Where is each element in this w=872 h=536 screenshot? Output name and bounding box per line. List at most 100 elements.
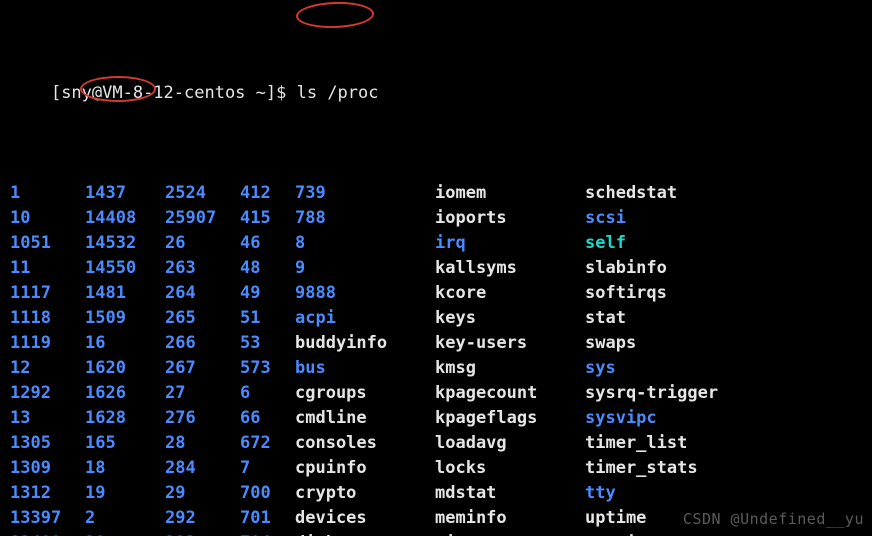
ls-entry: 701: [240, 506, 295, 531]
ls-entry: 292: [165, 506, 240, 531]
ls-entry: cgroups: [295, 381, 435, 406]
ls-row: 130516528672consolesloadavgtimer_list: [10, 431, 862, 456]
ls-entry: cmdline: [295, 406, 435, 431]
ls-entry: kpagecount: [435, 381, 585, 406]
ls-entry: 29: [165, 481, 240, 506]
ls-row: 13121929700cryptomdstattty: [10, 481, 862, 506]
ls-entry: swaps: [585, 331, 636, 356]
ls-entry: 1117: [10, 281, 85, 306]
ls-entry: 165: [85, 431, 165, 456]
ls-entry: 13: [10, 406, 85, 431]
ls-entry: 1628: [85, 406, 165, 431]
ls-entry: consoles: [295, 431, 435, 456]
ls-entry: 10: [10, 206, 85, 231]
ls-entry: iomem: [435, 181, 585, 206]
ls-entry: 672: [240, 431, 295, 456]
ls-entry: stat: [585, 306, 626, 331]
ls-entry: locks: [435, 456, 585, 481]
ls-row: 10511453226468irqself: [10, 231, 862, 256]
ls-entry: 46: [240, 231, 295, 256]
ls-entry: 284: [165, 456, 240, 481]
ls-row: 13162827666cmdlinekpageflagssysvipc: [10, 406, 862, 431]
ls-entry: 11: [10, 256, 85, 281]
prompt-line: [sny@VM-8-12-centos ~]$ ls /proc: [10, 56, 862, 131]
ls-entry: version: [585, 531, 657, 536]
ls-entry: irq: [435, 231, 585, 256]
ls-entry: sysrq-trigger: [585, 381, 718, 406]
ls-entry: self: [585, 231, 626, 256]
ls-row: 1114550263489kallsymsslabinfo: [10, 256, 862, 281]
ls-entry: sysvipc: [585, 406, 657, 431]
ls-entry: 1119: [10, 331, 85, 356]
ls-entry: 8: [295, 231, 435, 256]
ls-entry: 1437: [85, 181, 165, 206]
ls-entry: sys: [585, 356, 616, 381]
ls-row: 114372524412739iomemschedstat: [10, 181, 862, 206]
ls-row: 121620267573buskmsgsys: [10, 356, 862, 381]
ls-entry: 28: [165, 431, 240, 456]
prompt-user-host: [sny@VM-8-12-centos ~]$: [51, 83, 297, 103]
ls-entry: 53: [240, 331, 295, 356]
ls-row: 1118150926551acpikeysstat: [10, 306, 862, 331]
ls-entry: 1309: [10, 456, 85, 481]
prompt-arg: /proc: [327, 83, 378, 103]
ls-entry: diskstats: [295, 531, 435, 536]
ls-entry: 2524: [165, 181, 240, 206]
ls-entry: 1051: [10, 231, 85, 256]
ls-entry: 2: [85, 506, 165, 531]
ls-entry: 266: [165, 331, 240, 356]
ls-entry: 49: [240, 281, 295, 306]
ls-entry: 263: [165, 256, 240, 281]
ls-entry: 51: [240, 306, 295, 331]
ls-row: 11171481264499888kcoresoftirqs: [10, 281, 862, 306]
ls-entry: bus: [295, 356, 435, 381]
terminal[interactable]: [sny@VM-8-12-centos ~]$ ls /proc 1143725…: [0, 0, 872, 536]
ls-entry: 6: [240, 381, 295, 406]
ls-output-grid: 114372524412739iomemschedstat10144082590…: [10, 181, 862, 536]
ls-entry: 1305: [10, 431, 85, 456]
ls-entry: 48: [240, 256, 295, 281]
ls-entry: timer_stats: [585, 456, 698, 481]
ls-row: 133972292701devicesmeminfouptime: [10, 506, 862, 531]
ls-row: 11191626653buddyinfokey-usersswaps: [10, 331, 862, 356]
ls-entry: 66: [240, 406, 295, 431]
ls-entry: 16: [85, 331, 165, 356]
ls-entry: acpi: [295, 306, 435, 331]
ls-entry: 1620: [85, 356, 165, 381]
ls-entry: 412: [240, 181, 295, 206]
ls-entry: slabinfo: [585, 256, 667, 281]
ls-entry: 20: [85, 531, 165, 536]
ls-entry: cpuinfo: [295, 456, 435, 481]
ls-entry: tty: [585, 481, 616, 506]
ls-entry: crypto: [295, 481, 435, 506]
ls-entry: 9888: [295, 281, 435, 306]
ls-entry: 14550: [85, 256, 165, 281]
ls-entry: 573: [240, 356, 295, 381]
ls-row: 101440825907415788ioportsscsi: [10, 206, 862, 231]
ls-entry: 276: [165, 406, 240, 431]
ls-entry: 788: [295, 206, 435, 231]
ls-entry: kpageflags: [435, 406, 585, 431]
ls-entry: 293: [165, 531, 240, 536]
ls-entry: 739: [295, 181, 435, 206]
ls-row: 12921626276cgroupskpagecountsysrq-trigge…: [10, 381, 862, 406]
ls-entry: 700: [240, 481, 295, 506]
ls-entry: kcore: [435, 281, 585, 306]
ls-entry: 12: [10, 356, 85, 381]
prompt-command: ls: [297, 83, 328, 103]
ls-row: 1309182847cpuinfolockstimer_stats: [10, 456, 862, 481]
ls-entry: 267: [165, 356, 240, 381]
ls-entry: 7: [240, 456, 295, 481]
ls-entry: devices: [295, 506, 435, 531]
ls-entry: meminfo: [435, 506, 585, 531]
ls-entry: 1626: [85, 381, 165, 406]
ls-entry: scsi: [585, 206, 626, 231]
ls-row: 1348920293704diskstatsmiscversion: [10, 531, 862, 536]
ls-entry: 26: [165, 231, 240, 256]
ls-entry: 14408: [85, 206, 165, 231]
ls-entry: 25907: [165, 206, 240, 231]
ls-entry: 704: [240, 531, 295, 536]
ls-entry: uptime: [585, 506, 646, 531]
ls-entry: loadavg: [435, 431, 585, 456]
ls-entry: 1509: [85, 306, 165, 331]
